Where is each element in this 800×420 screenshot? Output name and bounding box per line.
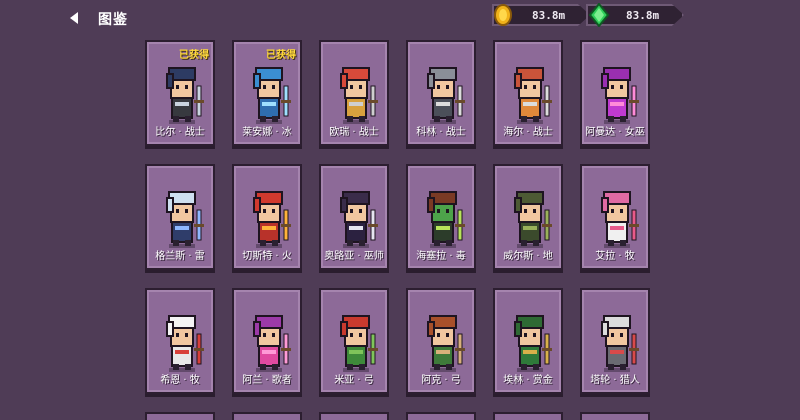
hero-name: 切斯特 · 火 [242,251,292,262]
hero-name: 阿克 · 弓 [421,375,461,386]
hero-name: 艾拉 · 牧 [595,251,635,262]
hero-card[interactable]: 塔轮 · 猎人 [580,288,650,394]
hero-sprite-icon [418,180,468,250]
hero-sprite-icon [244,56,294,126]
hero-card[interactable]: 欧瑞 · 战士 [319,40,389,146]
hero-card[interactable]: 切斯特 · 火 [232,164,302,270]
hero-sprite-icon [157,180,207,250]
hero-sprite-icon [157,56,207,126]
hero-name: 比尔 · 战士 [155,127,205,138]
hero-sprite-icon [244,304,294,374]
hero-card-partial[interactable] [406,412,476,420]
hero-sprite-icon [592,180,642,250]
hero-sprite-icon [157,304,207,374]
green-gem-icon [588,2,610,28]
hero-name: 奥路亚 · 巫师 [324,251,384,262]
hero-card-partial[interactable] [493,412,563,420]
hero-card[interactable]: 希恩 · 牧 [145,288,215,394]
gold-coin-icon [492,3,514,27]
hero-name: 海尔 · 战士 [503,127,553,138]
page-title: 图鉴 [98,12,128,28]
hero-card[interactable]: 已获得 莱安娜 · 冰 [232,40,302,146]
hero-sprite-icon [592,304,642,374]
hero-card[interactable]: 奥路亚 · 巫师 [319,164,389,270]
hero-name: 威尔斯 · 地 [503,251,553,262]
top-bar: 图鉴 83.8m 83.8m [0,0,800,36]
hero-card[interactable]: 阿兰 · 歌者 [232,288,302,394]
hero-card[interactable]: 海尔 · 战士 [493,40,563,146]
hero-card[interactable]: 已获得 比尔 · 战士 [145,40,215,146]
hero-card[interactable]: 阿克 · 弓 [406,288,476,394]
hero-card-partial[interactable] [580,412,650,420]
hero-sprite-icon [418,56,468,126]
hero-name: 塔轮 · 猎人 [590,375,640,386]
hero-card[interactable]: 海塞拉 · 毒 [406,164,476,270]
gem-value: 83.8m [626,9,660,22]
hero-card[interactable]: 米亚 · 弓 [319,288,389,394]
hero-name: 科林 · 战士 [416,127,466,138]
hero-sprite-icon [331,56,381,126]
hero-card-partial[interactable] [232,412,302,420]
hero-sprite-icon [505,304,555,374]
hero-sprite-icon [505,56,555,126]
hero-sprite-icon [331,180,381,250]
gold-value: 83.8m [532,9,566,22]
hero-card-partial[interactable] [319,412,389,420]
hero-sprite-icon [418,304,468,374]
hero-sprite-icon [244,180,294,250]
hero-card[interactable]: 埃林 · 赏金 [493,288,563,394]
hero-name: 欧瑞 · 战士 [329,127,379,138]
hero-sprite-icon [505,180,555,250]
hero-sprite-icon [331,304,381,374]
hero-name: 希恩 · 牧 [160,375,200,386]
hero-name: 海塞拉 · 毒 [416,251,466,262]
hero-name: 阿曼达 · 女巫 [585,127,645,138]
hero-name: 埃林 · 赏金 [503,375,553,386]
hero-card[interactable]: 格兰斯 · 雷 [145,164,215,270]
hero-name: 格兰斯 · 雷 [155,251,205,262]
back-arrow-icon[interactable] [66,9,84,27]
hero-card-partial[interactable] [145,412,215,420]
hero-card[interactable]: 艾拉 · 牧 [580,164,650,270]
hero-card[interactable]: 科林 · 战士 [406,40,476,146]
hero-name: 阿兰 · 歌者 [242,375,292,386]
hero-card[interactable]: 威尔斯 · 地 [493,164,563,270]
hero-card[interactable]: 阿曼达 · 女巫 [580,40,650,146]
hero-name: 米亚 · 弓 [334,375,374,386]
hero-sprite-icon [592,56,642,126]
hero-name: 莱安娜 · 冰 [242,127,292,138]
